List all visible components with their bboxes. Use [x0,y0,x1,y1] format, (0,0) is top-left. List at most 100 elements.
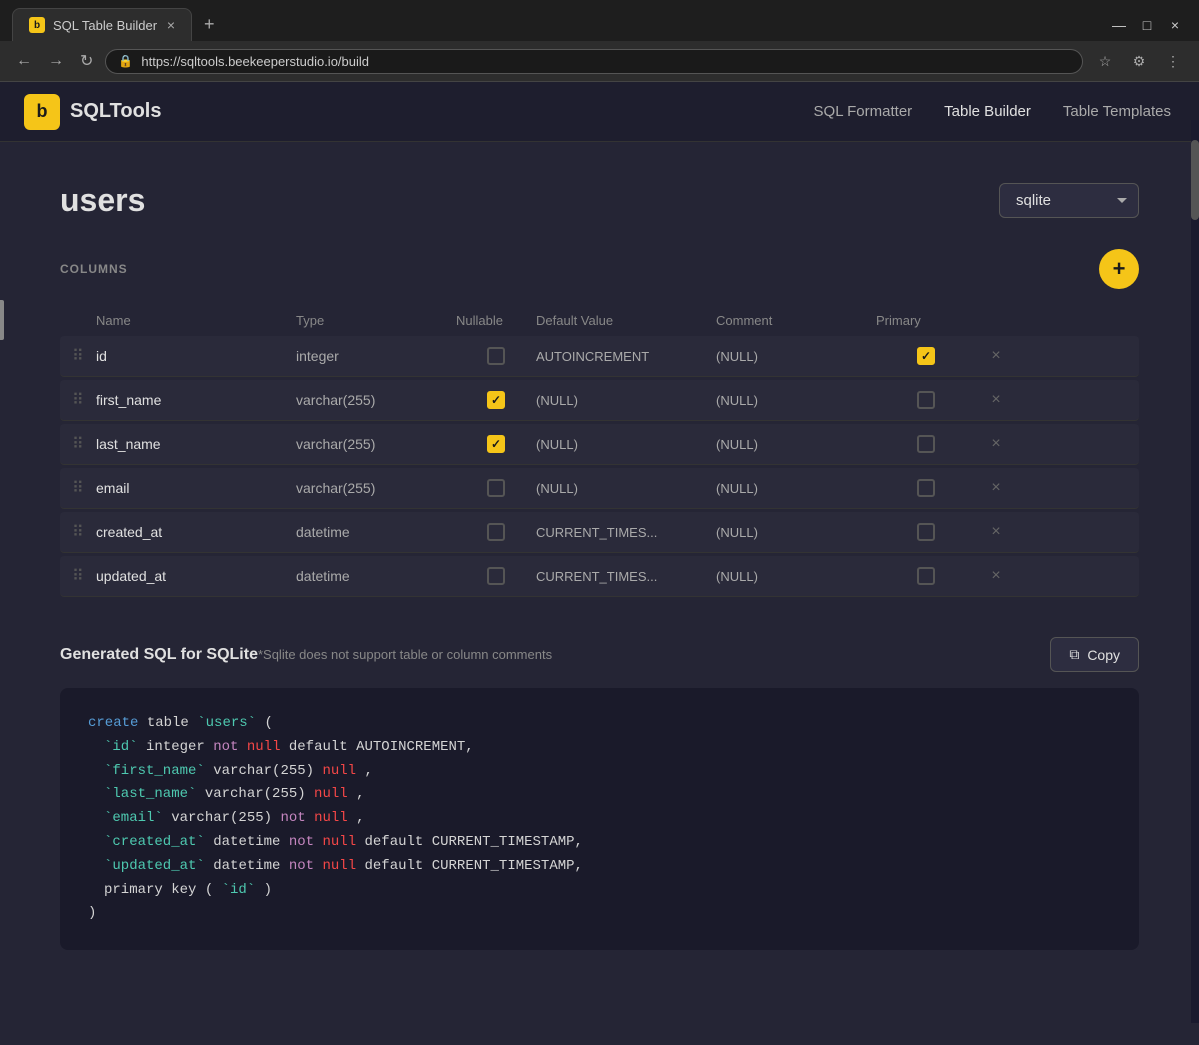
sql-section: Generated SQL for SQLite*Sqlite does not… [60,637,1139,950]
extensions-icon[interactable]: ⚙ [1125,47,1153,75]
table-row: ⠿ last_name varchar(255) (NULL) (NULL) × [60,424,1139,465]
delete-column-id[interactable]: × [976,347,1016,365]
nav-sql-formatter[interactable]: SQL Formatter [810,95,917,128]
column-nullable-updated-at[interactable] [456,567,536,585]
maximize-button[interactable]: □ [1135,13,1159,37]
new-tab-button[interactable]: + [196,10,223,39]
delete-column-last-name[interactable]: × [976,435,1016,453]
app-header: b SQLTools SQL Formatter Table Builder T… [0,82,1199,142]
lock-icon: 🔒 [118,54,133,68]
drag-handle-icon[interactable]: ⠿ [72,566,96,586]
column-name-last-name: last_name [96,436,296,452]
sql-header: Generated SQL for SQLite*Sqlite does not… [60,637,1139,672]
left-edge-indicator [0,300,4,340]
drag-handle-icon[interactable]: ⠿ [72,478,96,498]
nullable-checkbox-created-at[interactable] [487,523,505,541]
primary-checkbox-first-name[interactable] [917,391,935,409]
app-nav: SQL Formatter Table Builder Table Templa… [810,95,1175,128]
sql-line-1: create table `users` ( [88,712,1111,736]
column-default-email: (NULL) [536,481,716,496]
column-nullable-email[interactable] [456,479,536,497]
sql-title: Generated SQL for SQLite*Sqlite does not… [60,646,552,664]
add-column-button[interactable]: + [1099,249,1139,289]
scrollbar-thumb[interactable] [1191,140,1199,220]
column-nullable-id[interactable] [456,347,536,365]
nullable-checkbox-id[interactable] [487,347,505,365]
column-comment-id: (NULL) [716,349,876,364]
dialect-select[interactable]: sqlite mysql postgresql mssql [999,183,1139,218]
sql-title-text: Generated SQL for SQLite*Sqlite does not… [60,646,552,663]
columns-table: Name Type Nullable Default Value Comment… [60,305,1139,597]
column-nullable-last-name[interactable] [456,435,536,453]
column-primary-updated-at[interactable] [876,567,976,585]
nav-table-builder[interactable]: Table Builder [940,95,1035,128]
scrollbar-track[interactable] [1191,120,1199,1023]
drag-handle-icon[interactable]: ⠿ [72,434,96,454]
columns-label: COLUMNS [60,262,128,276]
back-button[interactable]: ← [12,48,36,74]
drag-handle-icon[interactable]: ⠿ [72,522,96,542]
delete-column-email[interactable]: × [976,479,1016,497]
column-name-updated-at: updated_at [96,568,296,584]
table-row: ⠿ first_name varchar(255) (NULL) (NULL) … [60,380,1139,421]
close-button[interactable]: × [1163,13,1187,37]
column-comment-last-name: (NULL) [716,437,876,452]
sql-note: *Sqlite does not support table or column… [258,647,552,662]
primary-checkbox-id[interactable] [917,347,935,365]
column-type-email: varchar(255) [296,480,456,496]
column-name-created-at: created_at [96,524,296,540]
copy-button[interactable]: ⧉ Copy [1050,637,1139,672]
column-primary-last-name[interactable] [876,435,976,453]
copy-label: Copy [1087,647,1120,663]
tab-close-button[interactable]: × [167,17,175,33]
primary-checkbox-created-at[interactable] [917,523,935,541]
column-nullable-first-name[interactable] [456,391,536,409]
drag-handle-icon[interactable]: ⠿ [72,346,96,366]
sql-line-9: ) [88,902,1111,926]
reload-button[interactable]: ↻ [76,47,97,75]
nullable-checkbox-email[interactable] [487,479,505,497]
column-primary-first-name[interactable] [876,391,976,409]
tab-title: SQL Table Builder [53,18,157,33]
table-name: users [60,182,145,219]
column-primary-email[interactable] [876,479,976,497]
sql-line-7: `updated_at` datetime not null default C… [88,855,1111,879]
drag-handle-icon[interactable]: ⠿ [72,390,96,410]
column-primary-created-at[interactable] [876,523,976,541]
column-type-first-name: varchar(255) [296,392,456,408]
nullable-checkbox-first-name[interactable] [487,391,505,409]
nav-table-templates[interactable]: Table Templates [1059,95,1175,128]
column-default-last-name: (NULL) [536,437,716,452]
menu-icon[interactable]: ⋮ [1159,47,1187,75]
column-type-created-at: datetime [296,524,456,540]
column-default-updated-at: CURRENT_TIMES... [536,569,716,584]
table-row: ⠿ updated_at datetime CURRENT_TIMES... (… [60,556,1139,597]
minimize-button[interactable]: — [1107,13,1131,37]
delete-column-updated-at[interactable]: × [976,567,1016,585]
forward-button[interactable]: → [44,48,68,74]
columns-section-header: COLUMNS + [60,249,1139,289]
column-nullable-created-at[interactable] [456,523,536,541]
address-bar[interactable]: 🔒 https://sqltools.beekeeperstudio.io/bu… [105,49,1083,74]
bookmark-icon[interactable]: ☆ [1091,47,1119,75]
table-row: ⠿ email varchar(255) (NULL) (NULL) × [60,468,1139,509]
browser-chrome: b SQL Table Builder × + — □ × ← → ↻ 🔒 ht… [0,0,1199,82]
column-primary-id[interactable] [876,347,976,365]
column-type-updated-at: datetime [296,568,456,584]
delete-column-first-name[interactable]: × [976,391,1016,409]
tab-bar: b SQL Table Builder × + — □ × [0,0,1199,41]
sql-line-4: `last_name` varchar(255) null , [88,783,1111,807]
sql-line-5: `email` varchar(255) not null , [88,807,1111,831]
delete-column-created-at[interactable]: × [976,523,1016,541]
primary-checkbox-updated-at[interactable] [917,567,935,585]
primary-checkbox-last-name[interactable] [917,435,935,453]
nullable-checkbox-updated-at[interactable] [487,567,505,585]
col-header-primary: Primary [876,313,976,328]
browser-controls: ← → ↻ 🔒 https://sqltools.beekeeperstudio… [0,41,1199,81]
column-comment-created-at: (NULL) [716,525,876,540]
nullable-checkbox-last-name[interactable] [487,435,505,453]
primary-checkbox-email[interactable] [917,479,935,497]
column-type-last-name: varchar(255) [296,436,456,452]
url-text: https://sqltools.beekeeperstudio.io/buil… [141,54,369,69]
active-tab[interactable]: b SQL Table Builder × [12,8,192,41]
